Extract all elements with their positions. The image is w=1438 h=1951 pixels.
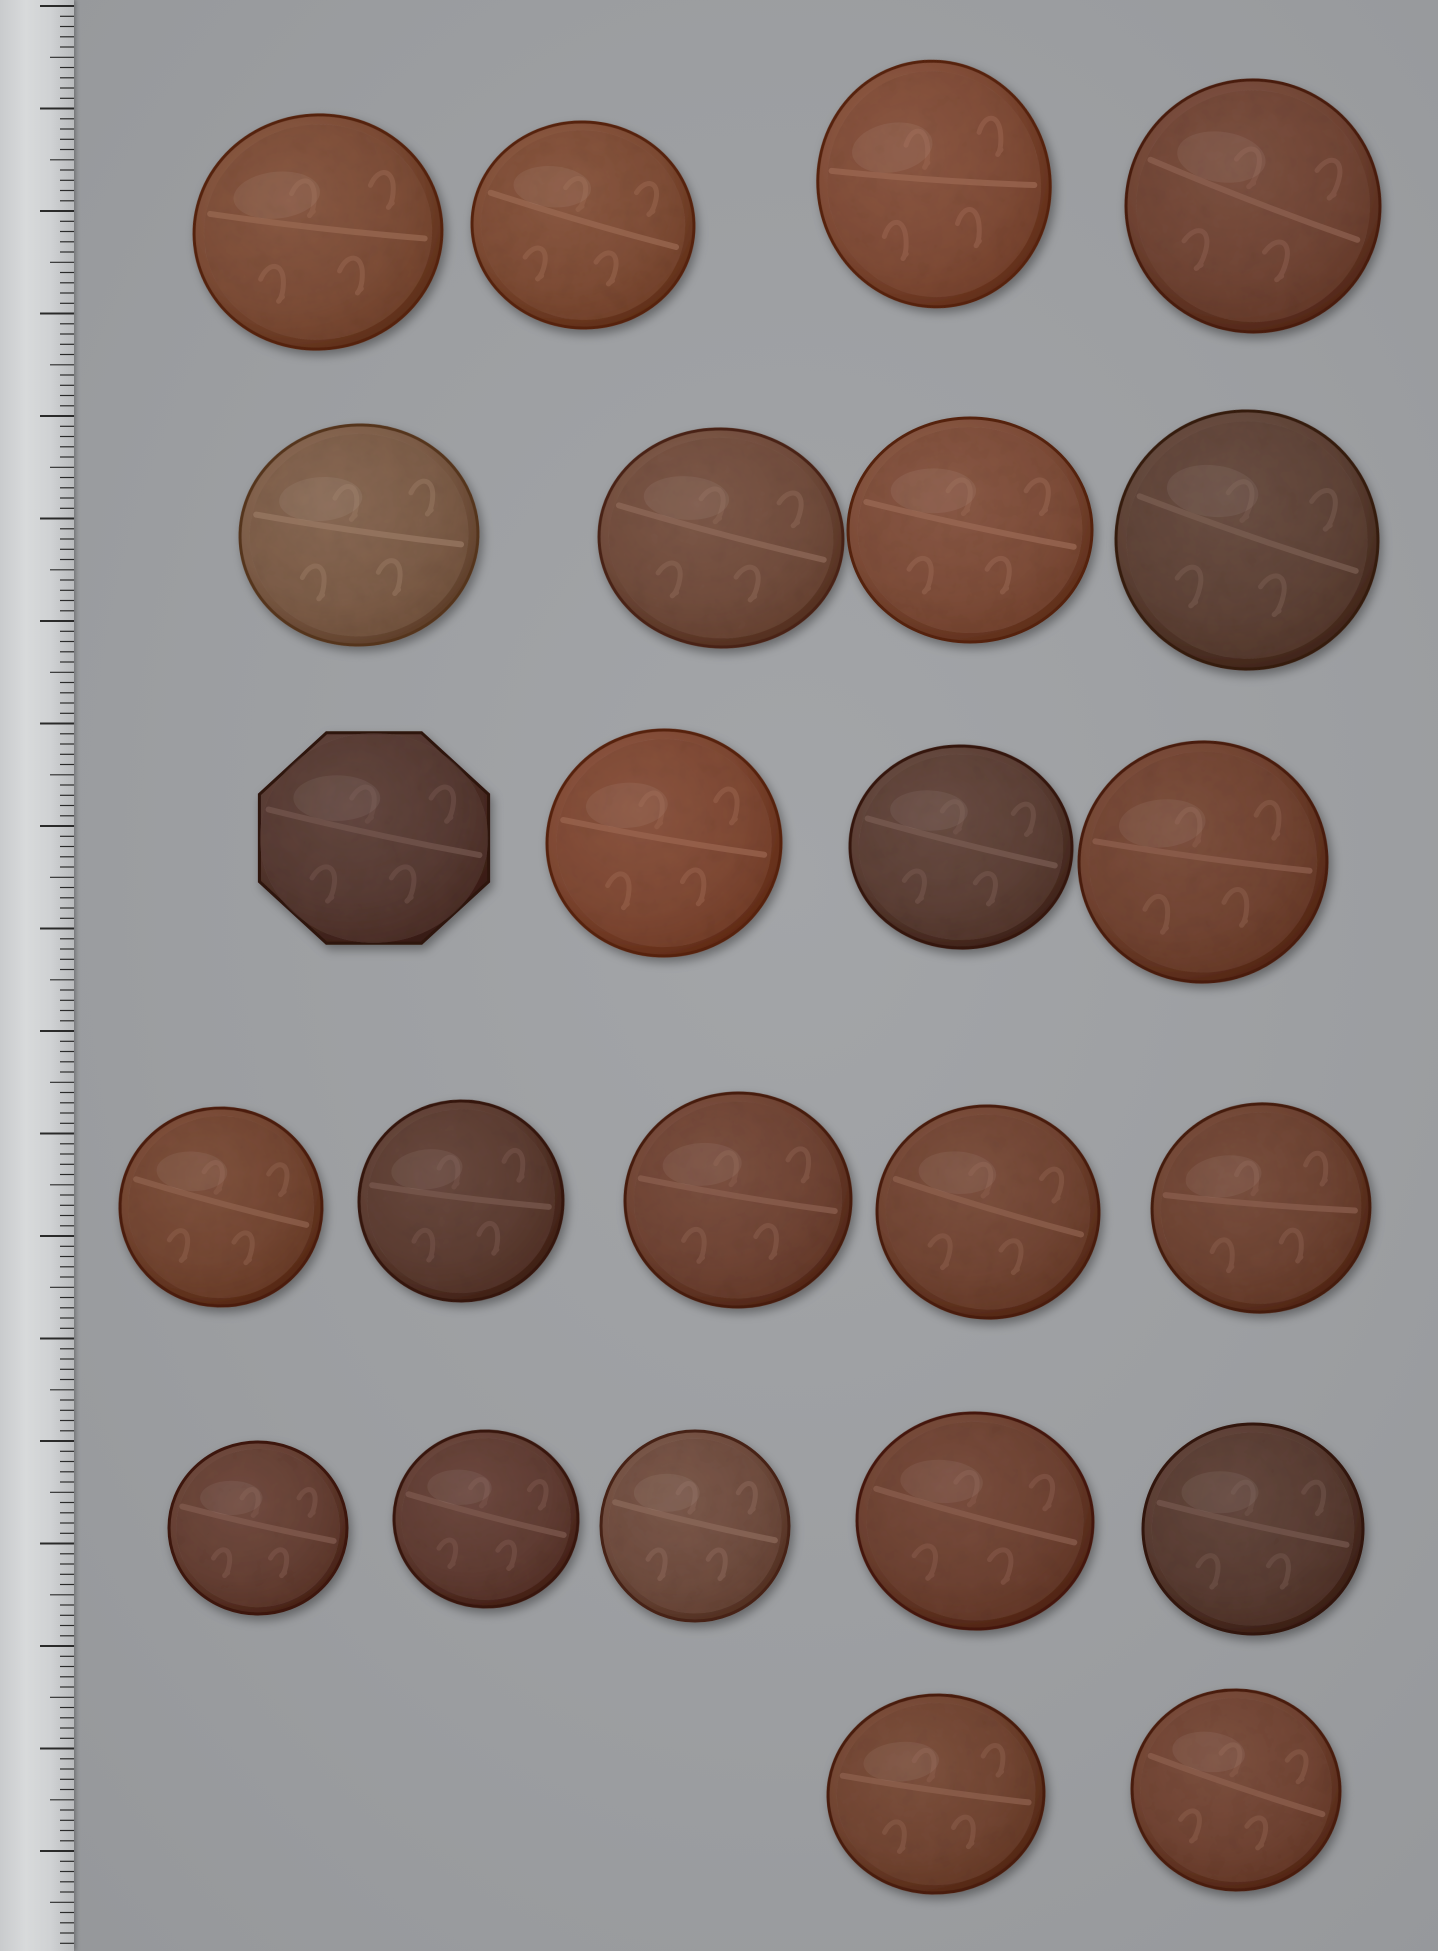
coin-24 <box>1130 1688 1342 1892</box>
coin-19 <box>392 1429 580 1609</box>
coin-highlight <box>890 468 977 514</box>
coin-08 <box>1114 409 1380 671</box>
coin-01 <box>192 113 444 351</box>
coin-surface <box>1136 90 1370 322</box>
coin-22 <box>1141 1422 1365 1636</box>
coin-02 <box>470 120 696 330</box>
coin-21 <box>855 1411 1095 1631</box>
coin-highlight <box>1181 1471 1259 1514</box>
coin-09 <box>257 731 491 945</box>
coin-18 <box>167 1440 349 1616</box>
coin-10 <box>545 728 783 958</box>
coin-07 <box>846 416 1094 644</box>
coin-11 <box>848 744 1074 950</box>
coin-surface <box>259 733 489 943</box>
coin-13 <box>118 1106 324 1308</box>
coin-23 <box>826 1693 1046 1895</box>
coin-04 <box>1124 78 1382 334</box>
coin-group <box>118 59 1382 1895</box>
coin-15 <box>623 1091 853 1309</box>
coin-surface <box>608 1438 782 1614</box>
coin-17 <box>1150 1102 1372 1314</box>
coin-06 <box>597 427 845 649</box>
coin-highlight <box>200 1480 263 1516</box>
coin-highlight <box>293 775 381 821</box>
coin-14 <box>357 1099 565 1303</box>
coin-20 <box>599 1429 791 1623</box>
coin-05 <box>238 423 480 647</box>
coin-highlight <box>633 1473 700 1512</box>
coin-surface <box>857 426 1083 634</box>
coin-12 <box>1077 740 1329 984</box>
coin-16 <box>875 1104 1101 1320</box>
coin-surface <box>1151 1432 1355 1626</box>
coin-03 <box>816 59 1052 309</box>
